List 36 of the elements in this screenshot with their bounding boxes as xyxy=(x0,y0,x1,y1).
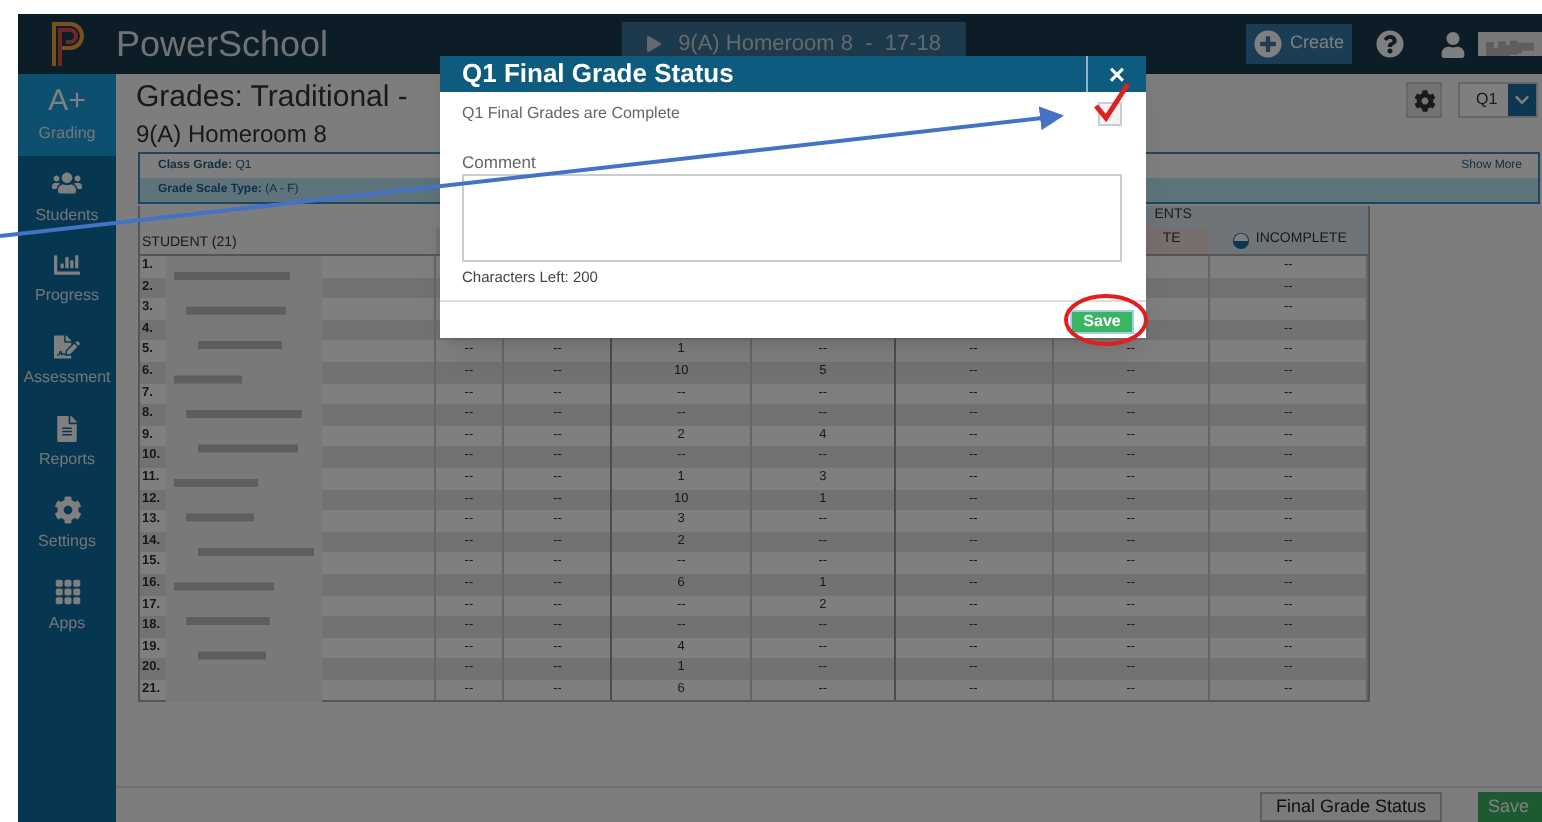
settings-icon xyxy=(53,496,81,524)
grid-icon xyxy=(53,578,81,606)
save-button[interactable]: Save xyxy=(1070,310,1134,334)
settings-icon xyxy=(1413,89,1435,111)
bar-chart-icon xyxy=(54,251,80,277)
term-select[interactable]: Q1 xyxy=(1458,82,1538,118)
comment-field[interactable] xyxy=(462,174,1122,262)
brand-name: PowerSchool xyxy=(116,21,329,67)
user-icon[interactable] xyxy=(1440,31,1466,57)
create-button[interactable]: Create xyxy=(1245,24,1352,64)
page-title: Grades: Traditional - xyxy=(136,78,408,118)
complete-checkbox[interactable] xyxy=(1092,82,1132,126)
settings-button[interactable] xyxy=(1406,82,1442,118)
people-icon xyxy=(52,167,82,197)
sidebar-item[interactable]: Assessment xyxy=(18,320,116,402)
document-pen-icon xyxy=(54,333,80,359)
help-icon[interactable] xyxy=(1376,30,1404,58)
final-grade-status-button[interactable]: Final Grade Status xyxy=(1259,792,1442,822)
annotation-circle xyxy=(1064,294,1148,346)
plus-icon xyxy=(1253,30,1282,58)
chevron-down-icon xyxy=(1514,92,1530,108)
comment-label: Comment xyxy=(460,152,538,172)
document-icon xyxy=(54,415,80,441)
save-button[interactable]: Save xyxy=(1478,792,1542,822)
play-icon xyxy=(646,36,663,52)
grade-glyph: A+ xyxy=(48,85,86,115)
page-subtitle: 9(A) Homeroom 8 xyxy=(136,120,329,148)
sidebar-item[interactable]: Apps xyxy=(18,566,116,648)
logo-icon xyxy=(51,22,83,66)
complete-label: Q1 Final Grades are Complete xyxy=(462,102,682,126)
half-circle-icon xyxy=(1231,232,1250,250)
sidebar-item[interactable]: Reports xyxy=(18,402,116,484)
sidebar-item[interactable]: Settings xyxy=(18,484,116,566)
sidebar-item[interactable]: A+ Grading xyxy=(18,74,116,156)
sidebar-item[interactable]: Students xyxy=(18,156,116,238)
sidebar-item[interactable]: Progress xyxy=(18,238,116,320)
